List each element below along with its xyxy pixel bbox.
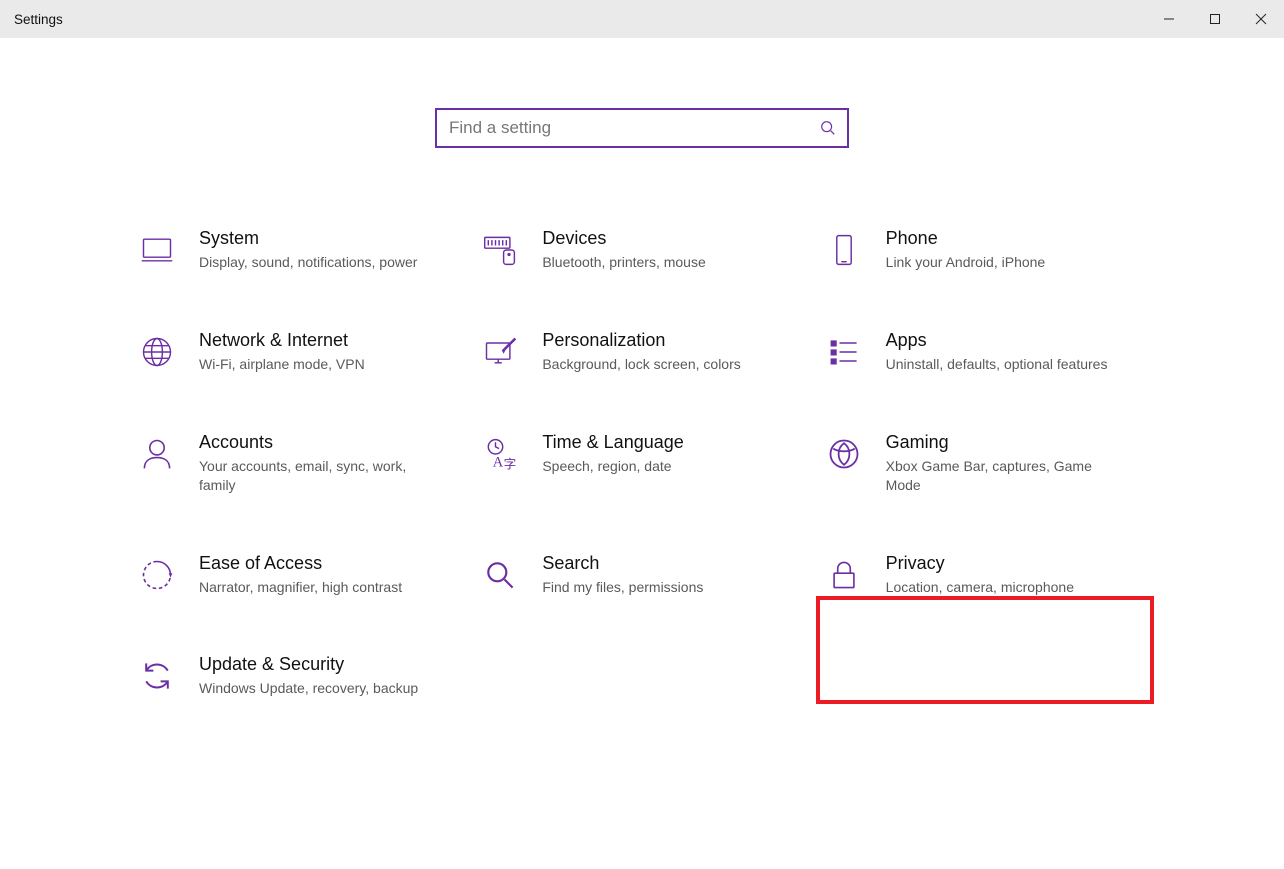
tile-gaming[interactable]: Gaming Xbox Game Bar, captures, Game Mod… — [824, 432, 1147, 495]
tile-desc: Display, sound, notifications, power — [199, 253, 417, 272]
tile-personalization[interactable]: Personalization Background, lock screen,… — [480, 330, 803, 374]
svg-text:A: A — [493, 454, 504, 470]
minimize-button[interactable] — [1146, 0, 1192, 38]
tile-title: Gaming — [886, 432, 1116, 453]
svg-text:字: 字 — [504, 457, 517, 471]
phone-icon — [824, 230, 864, 270]
search-category-icon — [480, 555, 520, 595]
tile-title: Ease of Access — [199, 553, 402, 574]
tile-desc: Speech, region, date — [542, 457, 683, 476]
devices-icon — [480, 230, 520, 270]
close-button[interactable] — [1238, 0, 1284, 38]
apps-icon — [824, 332, 864, 372]
tile-privacy[interactable]: Privacy Location, camera, microphone — [824, 553, 1147, 597]
privacy-icon — [824, 555, 864, 595]
tile-title: Phone — [886, 228, 1046, 249]
tile-time-language[interactable]: A 字 Time & Language Speech, region, date — [480, 432, 803, 495]
gaming-icon — [824, 434, 864, 474]
tile-devices[interactable]: Devices Bluetooth, printers, mouse — [480, 228, 803, 272]
tile-search[interactable]: Search Find my files, permissions — [480, 553, 803, 597]
tile-title: Accounts — [199, 432, 429, 453]
tile-desc: Wi-Fi, airplane mode, VPN — [199, 355, 365, 374]
search-box[interactable] — [435, 108, 849, 148]
tile-desc: Location, camera, microphone — [886, 578, 1074, 597]
tile-desc: Windows Update, recovery, backup — [199, 679, 418, 698]
window-title: Settings — [14, 12, 63, 27]
tile-title: Update & Security — [199, 654, 418, 675]
tile-phone[interactable]: Phone Link your Android, iPhone — [824, 228, 1147, 272]
window-controls — [1146, 0, 1284, 38]
tile-title: Network & Internet — [199, 330, 365, 351]
network-icon — [137, 332, 177, 372]
tile-title: Personalization — [542, 330, 740, 351]
accounts-icon — [137, 434, 177, 474]
tile-desc: Uninstall, defaults, optional features — [886, 355, 1108, 374]
tile-title: System — [199, 228, 417, 249]
tile-desc: Your accounts, email, sync, work, family — [199, 457, 429, 495]
tile-title: Search — [542, 553, 703, 574]
tile-desc: Background, lock screen, colors — [542, 355, 740, 374]
window-titlebar: Settings — [0, 0, 1284, 38]
ease-of-access-icon — [137, 555, 177, 595]
tile-desc: Narrator, magnifier, high contrast — [199, 578, 402, 597]
update-security-icon — [137, 656, 177, 696]
system-icon — [137, 230, 177, 270]
tile-desc: Find my files, permissions — [542, 578, 703, 597]
tile-apps[interactable]: Apps Uninstall, defaults, optional featu… — [824, 330, 1147, 374]
time-language-icon: A 字 — [480, 434, 520, 474]
tile-title: Privacy — [886, 553, 1074, 574]
tile-accounts[interactable]: Accounts Your accounts, email, sync, wor… — [137, 432, 460, 495]
tile-desc: Link your Android, iPhone — [886, 253, 1046, 272]
personalization-icon — [480, 332, 520, 372]
settings-grid: System Display, sound, notifications, po… — [137, 228, 1147, 698]
tile-title: Apps — [886, 330, 1108, 351]
tile-update-security[interactable]: Update & Security Windows Update, recove… — [137, 654, 460, 698]
tile-title: Devices — [542, 228, 705, 249]
tile-system[interactable]: System Display, sound, notifications, po… — [137, 228, 460, 272]
tile-desc: Bluetooth, printers, mouse — [542, 253, 705, 272]
tile-network[interactable]: Network & Internet Wi-Fi, airplane mode,… — [137, 330, 460, 374]
content-area: System Display, sound, notifications, po… — [0, 38, 1284, 698]
tile-title: Time & Language — [542, 432, 683, 453]
tile-desc: Xbox Game Bar, captures, Game Mode — [886, 457, 1116, 495]
search-input[interactable] — [449, 118, 819, 138]
tile-ease-of-access[interactable]: Ease of Access Narrator, magnifier, high… — [137, 553, 460, 597]
search-icon — [819, 119, 837, 137]
maximize-button[interactable] — [1192, 0, 1238, 38]
